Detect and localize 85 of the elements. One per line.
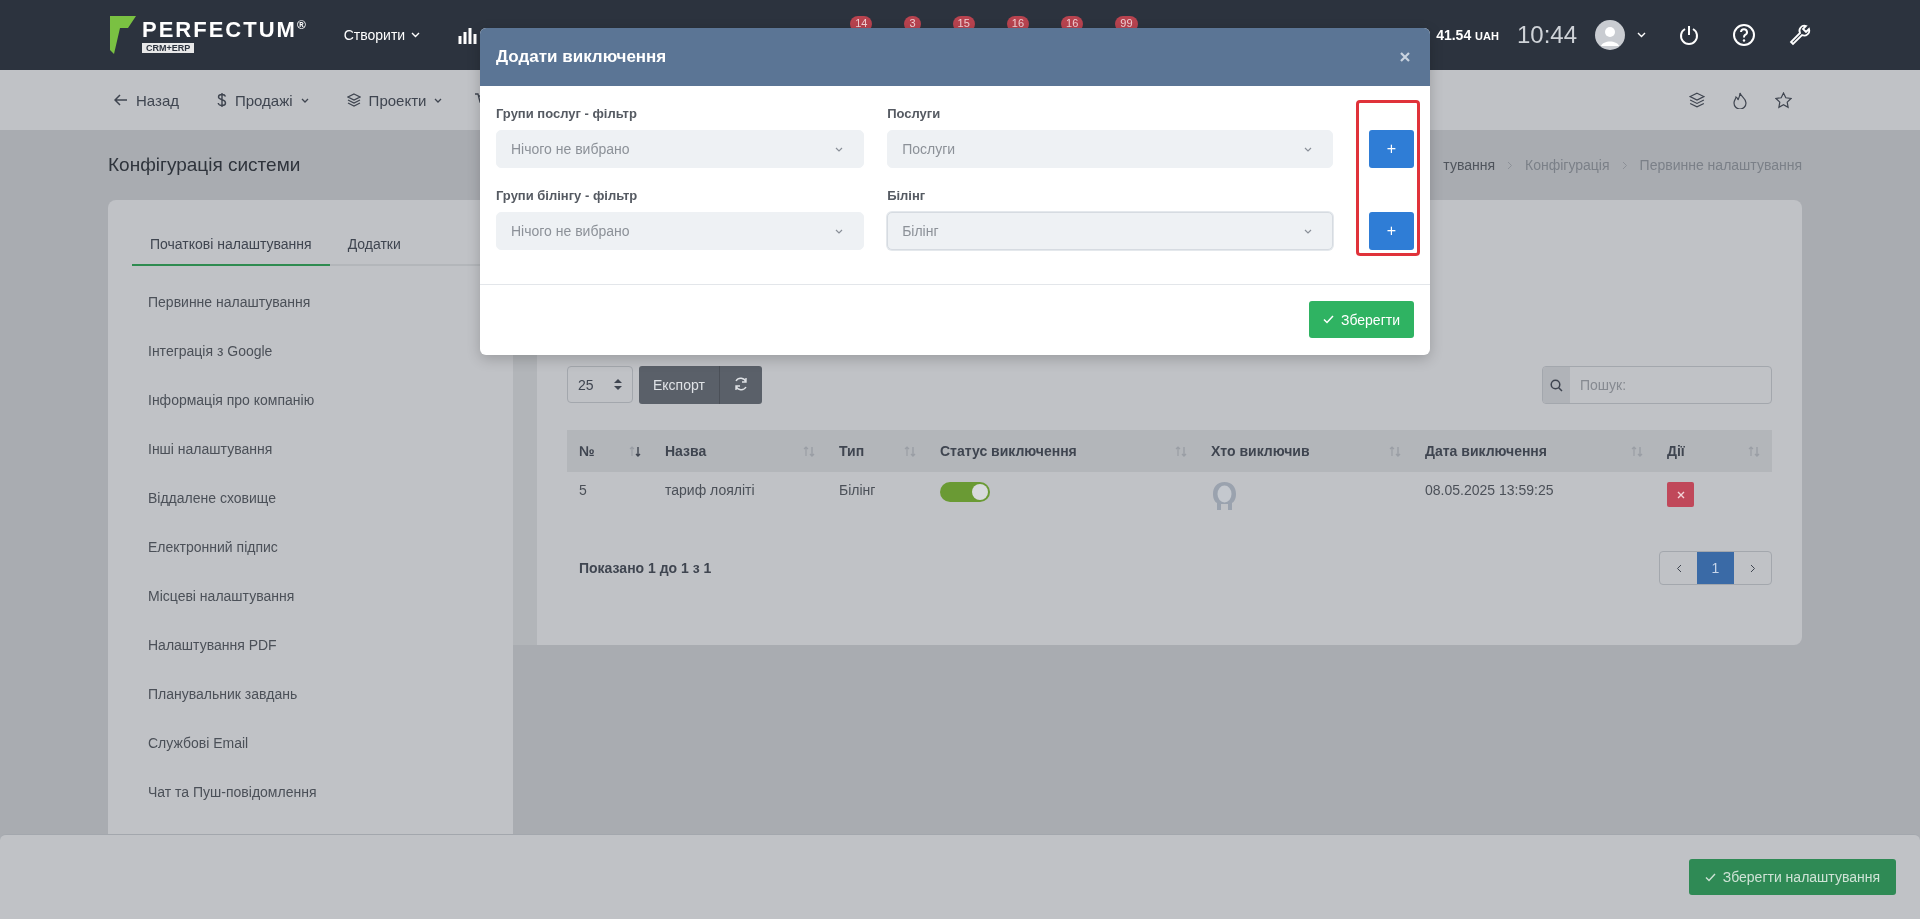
logo-tagline: CRM+ERP bbox=[142, 43, 195, 53]
select-field[interactable]: Нічого не вибрано bbox=[496, 212, 865, 250]
chevron-right-icon bbox=[1507, 160, 1514, 170]
caret-icon bbox=[434, 97, 443, 103]
dollar-icon bbox=[217, 92, 227, 108]
sort-icon[interactable] bbox=[629, 445, 641, 457]
dialog-title: Додати виключення bbox=[496, 47, 667, 67]
wrench-icon[interactable] bbox=[1788, 23, 1812, 47]
close-icon bbox=[1676, 490, 1685, 499]
caret-icon bbox=[411, 32, 421, 38]
column-header[interactable]: Хто виключив bbox=[1199, 430, 1413, 472]
nav-item[interactable]: Продажі bbox=[211, 90, 315, 110]
settings-menu-item[interactable]: Місцеві налаштування bbox=[132, 572, 513, 621]
settings-menu-item[interactable]: Інформація про компанію bbox=[132, 376, 513, 425]
breadcrumb-link[interactable]: тування bbox=[1443, 157, 1496, 173]
caret-icon bbox=[835, 146, 844, 152]
chevron-right-icon bbox=[1749, 563, 1756, 573]
search-input[interactable]: Пошук: bbox=[1570, 367, 1771, 403]
settings-menu-item[interactable]: Віддалене сховище bbox=[132, 474, 513, 523]
add-button[interactable]: + bbox=[1369, 130, 1414, 168]
refresh-button[interactable] bbox=[718, 366, 762, 404]
power-icon[interactable] bbox=[1678, 24, 1700, 46]
settings-menu-item[interactable]: Налаштування PDF bbox=[132, 621, 513, 670]
clock-time: 10:44 bbox=[1516, 21, 1577, 49]
settings-menu-item[interactable]: Службові Email bbox=[132, 719, 513, 768]
caret-icon[interactable] bbox=[1637, 32, 1646, 38]
status-toggle[interactable] bbox=[940, 482, 990, 502]
add-button[interactable]: + bbox=[1369, 212, 1414, 250]
settings-menu-item[interactable]: Планувальник завдань bbox=[132, 670, 513, 719]
chevron-left-icon bbox=[1675, 563, 1682, 573]
sort-arrows-icon bbox=[614, 379, 622, 390]
help-icon[interactable] bbox=[1732, 23, 1756, 47]
column-header[interactable]: Статус виключення bbox=[928, 430, 1199, 472]
arrow-left-icon bbox=[114, 94, 128, 106]
table-cell: тариф лояліті bbox=[665, 482, 755, 498]
select-field[interactable]: Послуги bbox=[887, 130, 1334, 168]
caret-icon bbox=[300, 97, 309, 103]
star-icon[interactable] bbox=[1775, 91, 1792, 109]
settings-tab[interactable]: Додатки bbox=[329, 236, 419, 266]
save-button[interactable]: Зберегти bbox=[1309, 301, 1414, 338]
column-header[interactable]: Тип bbox=[827, 430, 928, 472]
table-cell: 08.05.2025 13:59:25 bbox=[1425, 482, 1554, 498]
avatar-icon[interactable] bbox=[1595, 20, 1625, 50]
check-icon bbox=[1323, 315, 1334, 324]
close-icon bbox=[1400, 52, 1410, 62]
page-button[interactable]: 1 bbox=[1697, 552, 1734, 584]
nav-item[interactable]: Проекти bbox=[340, 90, 449, 110]
page-title: Конфігурація системи bbox=[108, 154, 301, 176]
column-header[interactable]: Дії bbox=[1655, 430, 1772, 472]
field-label: Групи послуг - фільтр bbox=[496, 106, 638, 121]
page-size-select[interactable]: 25 bbox=[567, 366, 633, 403]
chevron-right-icon bbox=[1621, 160, 1628, 170]
user-avatar-icon bbox=[1211, 482, 1238, 510]
table-cell: Білінг bbox=[839, 482, 876, 498]
search-field[interactable]: Пошук: bbox=[1542, 366, 1772, 404]
search-icon bbox=[1550, 378, 1563, 392]
field-label: Послуги bbox=[887, 106, 942, 121]
logo-icon bbox=[108, 14, 138, 56]
caret-icon bbox=[1304, 146, 1313, 152]
caret-icon bbox=[835, 228, 844, 234]
nav-item[interactable]: Назад bbox=[108, 90, 185, 110]
refresh-icon bbox=[733, 376, 748, 391]
column-header[interactable]: № bbox=[567, 430, 653, 472]
create-menu[interactable]: Створити bbox=[337, 26, 427, 44]
table-cell: 5 bbox=[579, 482, 587, 498]
export-button[interactable]: Експорт bbox=[639, 366, 719, 404]
field-label: Групи білінгу - фільтр bbox=[496, 188, 639, 203]
select-field[interactable]: Нічого не вибрано bbox=[496, 130, 865, 168]
flame-icon[interactable] bbox=[1733, 91, 1747, 109]
save-settings-button[interactable]: Зберегти налаштування bbox=[1688, 859, 1896, 895]
settings-tab[interactable]: Початкові налаштування bbox=[132, 236, 330, 266]
settings-menu-item[interactable]: Інші налаштування bbox=[132, 425, 513, 474]
column-header[interactable]: Назва bbox=[653, 430, 827, 472]
layers-icon bbox=[346, 93, 361, 107]
field-label: Білінг bbox=[887, 188, 927, 203]
settings-menu-item[interactable]: Чат та Пуш-повідомлення bbox=[132, 768, 513, 817]
caret-icon bbox=[1304, 228, 1313, 234]
logo-name: PERFECTUM$^{®}$ bbox=[142, 17, 308, 43]
layers-icon[interactable] bbox=[1689, 92, 1705, 108]
select-field[interactable]: Білінг bbox=[887, 212, 1334, 250]
settings-menu-item[interactable]: Електронний підпис bbox=[132, 523, 513, 572]
balance-amount: 41.54 UAH bbox=[1436, 27, 1499, 43]
table-info: Показано 1 до 1 з 1 bbox=[578, 560, 712, 576]
check-icon bbox=[1704, 872, 1716, 882]
column-header[interactable]: Дата виключення bbox=[1413, 430, 1655, 472]
